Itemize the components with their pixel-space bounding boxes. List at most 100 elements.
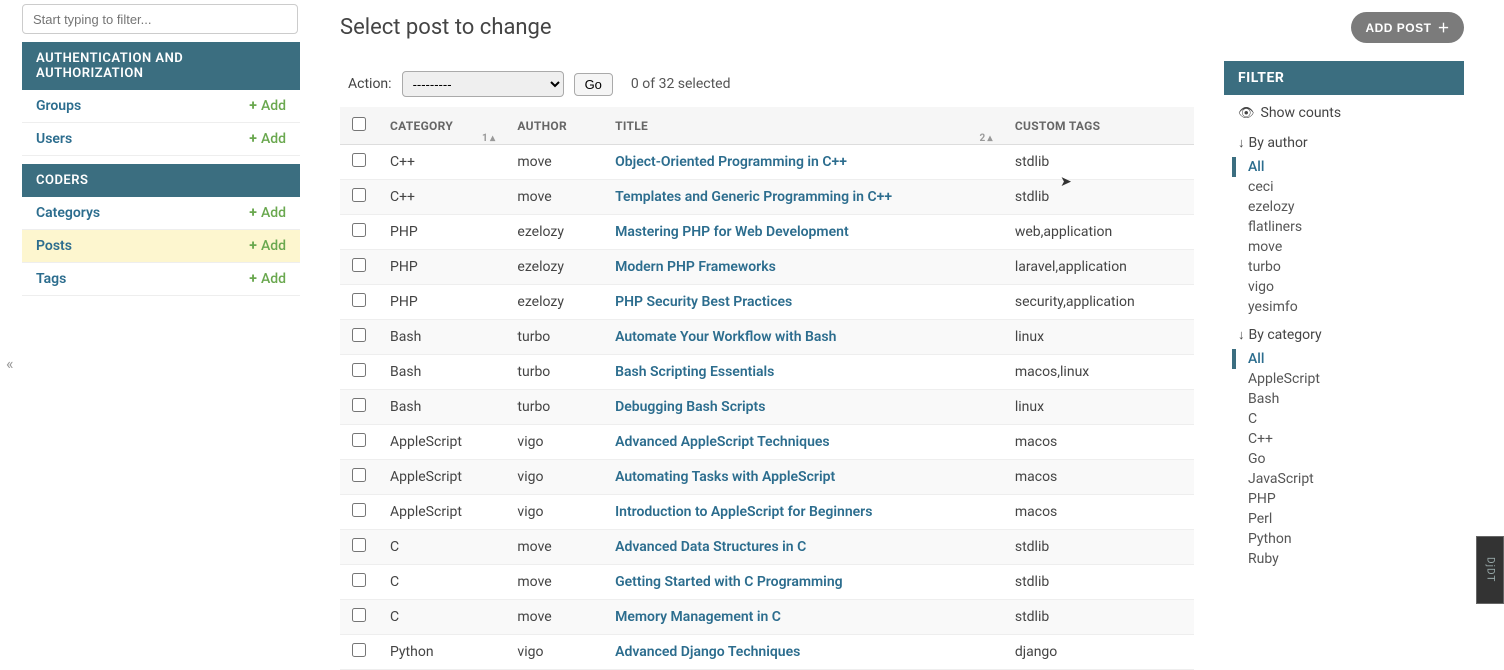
post-title-link[interactable]: Advanced AppleScript Techniques	[615, 434, 830, 450]
sidebar-item-categorys[interactable]: Categorys + Add	[22, 197, 300, 230]
filter-item[interactable]: Go	[1242, 449, 1450, 469]
post-title-link[interactable]: Modern PHP Frameworks	[615, 259, 776, 275]
row-checkbox[interactable]	[352, 503, 366, 517]
cell-category: C	[378, 565, 505, 600]
cell-category: AppleScript	[378, 460, 505, 495]
row-checkbox[interactable]	[352, 223, 366, 237]
sidebar-item-label[interactable]: Tags	[36, 271, 66, 287]
filter-item[interactable]: vigo	[1242, 277, 1450, 297]
sidebar-add-link[interactable]: + Add	[249, 98, 286, 114]
select-all-checkbox[interactable]	[352, 117, 366, 131]
row-checkbox[interactable]	[352, 153, 366, 167]
action-select[interactable]: ---------	[402, 71, 564, 97]
cell-author: turbo	[505, 320, 603, 355]
sidebar-item-label[interactable]: Categorys	[36, 205, 100, 221]
filter-item[interactable]: yesimfo	[1242, 297, 1450, 317]
filter-item[interactable]: flatliners	[1242, 217, 1450, 237]
filter-item[interactable]: move	[1242, 237, 1450, 257]
row-checkbox[interactable]	[352, 608, 366, 622]
cell-author: turbo	[505, 390, 603, 425]
cell-author: ezelozy	[505, 285, 603, 320]
cell-category: PHP	[378, 285, 505, 320]
sidebar-section-header[interactable]: CODERS	[22, 164, 300, 197]
filter-group-title: By author	[1238, 135, 1450, 151]
filter-item[interactable]: Ruby	[1242, 549, 1450, 569]
row-checkbox[interactable]	[352, 573, 366, 587]
show-counts-toggle[interactable]: Show counts	[1238, 105, 1450, 121]
go-button[interactable]: Go	[574, 73, 613, 96]
col-custom-tags[interactable]: CUSTOM TAGS	[1003, 107, 1194, 145]
table-row: BashturboDebugging Bash Scriptslinux	[340, 390, 1194, 425]
filter-item[interactable]: C	[1242, 409, 1450, 429]
row-checkbox[interactable]	[352, 188, 366, 202]
post-title-link[interactable]: Templates and Generic Programming in C++	[615, 189, 892, 205]
row-checkbox[interactable]	[352, 328, 366, 342]
sidebar-collapse-handle[interactable]: «	[6, 354, 14, 373]
row-checkbox[interactable]	[352, 433, 366, 447]
col-title[interactable]: TITLE 2 ▴	[603, 107, 1003, 145]
sidebar-item-groups[interactable]: Groups + Add	[22, 90, 300, 123]
sidebar-item-tags[interactable]: Tags + Add	[22, 263, 300, 296]
sidebar-item-label[interactable]: Groups	[36, 98, 81, 114]
post-title-link[interactable]: Bash Scripting Essentials	[615, 364, 774, 380]
sidebar-item-label[interactable]: Users	[36, 131, 72, 147]
cell-tags: stdlib	[1003, 180, 1194, 215]
table-row: AppleScriptvigoAutomating Tasks with App…	[340, 460, 1194, 495]
filter-item[interactable]: AppleScript	[1242, 369, 1450, 389]
filter-item[interactable]: C++	[1242, 429, 1450, 449]
djdt-panel-toggle[interactable]: DjDT	[1476, 536, 1504, 604]
filter-item[interactable]: ceci	[1242, 177, 1450, 197]
filter-item[interactable]: All	[1232, 157, 1450, 177]
filter-group-title: By category	[1238, 327, 1450, 343]
cell-category: Python	[378, 635, 505, 670]
post-title-link[interactable]: Mastering PHP for Web Development	[615, 224, 849, 240]
sidebar-item-users[interactable]: Users + Add	[22, 123, 300, 156]
sidebar-item-label[interactable]: Posts	[36, 238, 72, 254]
plus-icon: +	[249, 205, 257, 221]
add-post-label: ADD POST	[1365, 21, 1431, 35]
post-title-link[interactable]: Debugging Bash Scripts	[615, 399, 765, 415]
cell-author: ezelozy	[505, 250, 603, 285]
col-category[interactable]: CATEGORY 1 ▴	[378, 107, 505, 145]
cell-author: vigo	[505, 425, 603, 460]
post-title-link[interactable]: Advanced Django Techniques	[615, 644, 800, 660]
table-row: BashturboAutomate Your Workflow with Bas…	[340, 320, 1194, 355]
post-title-link[interactable]: PHP Security Best Practices	[615, 294, 792, 310]
col-author[interactable]: AUTHOR	[505, 107, 603, 145]
sidebar-item-posts[interactable]: Posts + Add	[22, 230, 300, 263]
sidebar-add-link[interactable]: + Add	[249, 238, 286, 254]
post-title-link[interactable]: Introduction to AppleScript for Beginner…	[615, 504, 872, 520]
row-checkbox[interactable]	[352, 293, 366, 307]
row-checkbox[interactable]	[352, 258, 366, 272]
table-row: AppleScriptvigoIntroduction to AppleScri…	[340, 495, 1194, 530]
row-checkbox[interactable]	[352, 538, 366, 552]
sidebar-section-header[interactable]: AUTHENTICATION AND AUTHORIZATION	[22, 42, 300, 90]
sidebar-filter-input[interactable]	[22, 4, 298, 34]
chevron-down-icon	[1238, 135, 1245, 151]
sidebar-add-link[interactable]: + Add	[249, 271, 286, 287]
filter-item[interactable]: ezelozy	[1242, 197, 1450, 217]
cell-category: AppleScript	[378, 425, 505, 460]
post-title-link[interactable]: Memory Management in C	[615, 609, 781, 625]
filter-item[interactable]: Bash	[1242, 389, 1450, 409]
sidebar-add-link[interactable]: + Add	[249, 205, 286, 221]
filter-item[interactable]: PHP	[1242, 489, 1450, 509]
sidebar: AUTHENTICATION AND AUTHORIZATION Groups + …	[0, 0, 300, 634]
post-title-link[interactable]: Advanced Data Structures in C	[615, 539, 806, 555]
filter-item[interactable]: All	[1232, 349, 1450, 369]
row-checkbox[interactable]	[352, 363, 366, 377]
filter-item[interactable]: Python	[1242, 529, 1450, 549]
posts-table: CATEGORY 1 ▴ AUTHOR TITLE 2 ▴ CUSTOM TAG…	[340, 107, 1194, 670]
post-title-link[interactable]: Getting Started with C Programming	[615, 574, 843, 590]
filter-item[interactable]: turbo	[1242, 257, 1450, 277]
post-title-link[interactable]: Object-Oriented Programming in C++	[615, 154, 847, 170]
add-post-button[interactable]: ADD POST ＋	[1351, 12, 1464, 43]
row-checkbox[interactable]	[352, 643, 366, 657]
sidebar-add-link[interactable]: + Add	[249, 131, 286, 147]
row-checkbox[interactable]	[352, 468, 366, 482]
row-checkbox[interactable]	[352, 398, 366, 412]
post-title-link[interactable]: Automate Your Workflow with Bash	[615, 329, 836, 345]
post-title-link[interactable]: Automating Tasks with AppleScript	[615, 469, 835, 485]
filter-item[interactable]: JavaScript	[1242, 469, 1450, 489]
filter-item[interactable]: Perl	[1242, 509, 1450, 529]
